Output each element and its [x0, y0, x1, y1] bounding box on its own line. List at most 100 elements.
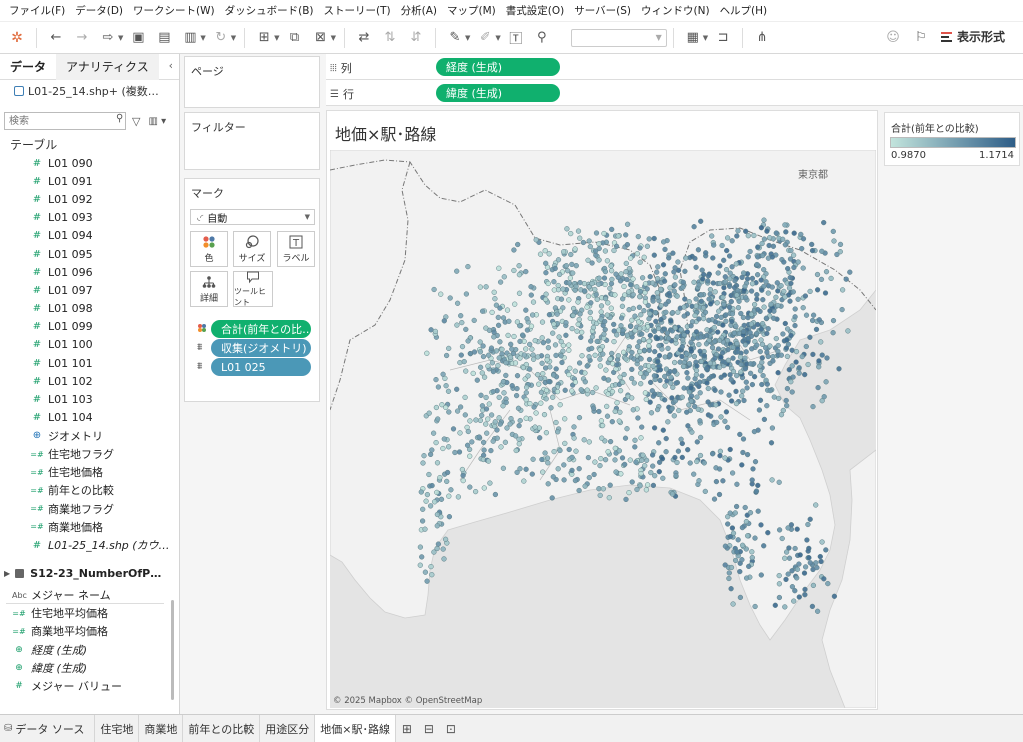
station-point[interactable] [760, 372, 766, 379]
station-point[interactable] [624, 221, 631, 227]
station-point[interactable] [644, 482, 651, 488]
station-point[interactable] [720, 322, 726, 328]
station-point[interactable] [666, 335, 672, 342]
station-point[interactable] [787, 274, 793, 281]
station-point[interactable] [516, 441, 522, 447]
station-point[interactable] [596, 486, 602, 492]
station-point[interactable] [561, 462, 567, 468]
station-point[interactable] [813, 326, 820, 333]
station-point[interactable] [684, 370, 690, 376]
field-item[interactable]: # L01 093 [0, 209, 178, 227]
station-point[interactable] [517, 355, 523, 361]
label-icon[interactable]: 🅃 [505, 27, 527, 49]
station-point[interactable] [636, 339, 642, 345]
station-point[interactable] [737, 354, 744, 360]
station-point[interactable] [758, 225, 765, 231]
station-point[interactable] [637, 294, 643, 300]
station-point[interactable] [564, 226, 570, 232]
station-point[interactable] [724, 247, 730, 254]
station-point[interactable] [732, 510, 738, 516]
station-point[interactable] [632, 328, 638, 334]
station-point[interactable] [602, 457, 609, 463]
station-point[interactable] [516, 290, 523, 296]
station-point[interactable] [477, 364, 484, 370]
station-point[interactable] [785, 265, 791, 272]
station-point[interactable] [759, 359, 765, 366]
station-point[interactable] [744, 276, 751, 282]
replay-icon[interactable]: ⇨ [97, 27, 119, 49]
station-point[interactable] [514, 469, 520, 476]
station-point[interactable] [435, 384, 442, 390]
station-point[interactable] [577, 279, 583, 286]
station-point[interactable] [543, 291, 549, 297]
caret-icon[interactable]: ▼ [200, 34, 205, 42]
station-point[interactable] [717, 448, 724, 454]
station-point[interactable] [579, 329, 585, 335]
station-point[interactable] [743, 379, 749, 385]
station-point[interactable] [496, 265, 502, 271]
station-point[interactable] [604, 258, 611, 264]
station-point[interactable] [422, 526, 428, 532]
station-point[interactable] [709, 233, 715, 239]
station-point[interactable] [676, 407, 682, 414]
station-point[interactable] [542, 248, 548, 254]
station-point[interactable] [726, 304, 733, 310]
station-point[interactable] [771, 394, 777, 400]
station-point[interactable] [446, 514, 453, 520]
station-point[interactable] [662, 271, 668, 277]
station-point[interactable] [651, 373, 658, 379]
station-point[interactable] [622, 435, 629, 441]
station-point[interactable] [671, 413, 677, 419]
station-point[interactable] [775, 342, 781, 349]
station-point[interactable] [624, 332, 631, 338]
station-point[interactable] [749, 554, 755, 561]
station-point[interactable] [642, 463, 648, 469]
station-point[interactable] [639, 275, 646, 281]
station-point[interactable] [444, 478, 450, 485]
station-point[interactable] [495, 322, 502, 328]
station-point[interactable] [722, 279, 728, 285]
station-point[interactable] [525, 373, 531, 379]
station-point[interactable] [813, 502, 819, 508]
station-point[interactable] [663, 366, 670, 372]
station-point[interactable] [650, 463, 656, 469]
station-point[interactable] [783, 576, 789, 583]
station-point[interactable] [589, 345, 595, 352]
station-point[interactable] [670, 309, 676, 316]
station-point[interactable] [434, 545, 440, 552]
station-point[interactable] [523, 384, 530, 390]
station-point[interactable] [477, 417, 484, 424]
station-point[interactable] [433, 404, 440, 411]
station-point[interactable] [440, 371, 446, 377]
station-point[interactable] [523, 346, 529, 352]
station-point[interactable] [788, 247, 794, 254]
station-point[interactable] [649, 388, 655, 394]
station-point[interactable] [485, 363, 491, 369]
field-item[interactable]: =# 商業地価格 [0, 518, 178, 536]
station-point[interactable] [495, 314, 501, 321]
station-point[interactable] [635, 343, 641, 350]
station-point[interactable] [707, 360, 714, 366]
station-point[interactable] [523, 415, 529, 421]
station-point[interactable] [748, 361, 754, 367]
station-point[interactable] [552, 265, 558, 272]
station-point[interactable] [716, 337, 723, 343]
station-point[interactable] [597, 347, 603, 353]
color-button[interactable]: 色 [190, 231, 228, 267]
station-point[interactable] [444, 469, 451, 476]
station-point[interactable] [429, 572, 435, 578]
sheet-tab[interactable]: 商業地 [139, 714, 184, 742]
station-point[interactable] [742, 342, 749, 348]
station-point[interactable] [448, 487, 454, 493]
station-point[interactable] [422, 569, 429, 575]
station-point[interactable] [847, 269, 853, 275]
measure-item[interactable]: # メジャー バリュー [0, 677, 178, 695]
station-point[interactable] [634, 284, 640, 290]
station-point[interactable] [496, 355, 502, 361]
station-point[interactable] [785, 571, 791, 577]
station-point[interactable] [441, 318, 447, 324]
station-point[interactable] [539, 335, 545, 341]
station-point[interactable] [622, 461, 628, 468]
station-point[interactable] [417, 562, 423, 568]
station-point[interactable] [803, 312, 810, 318]
